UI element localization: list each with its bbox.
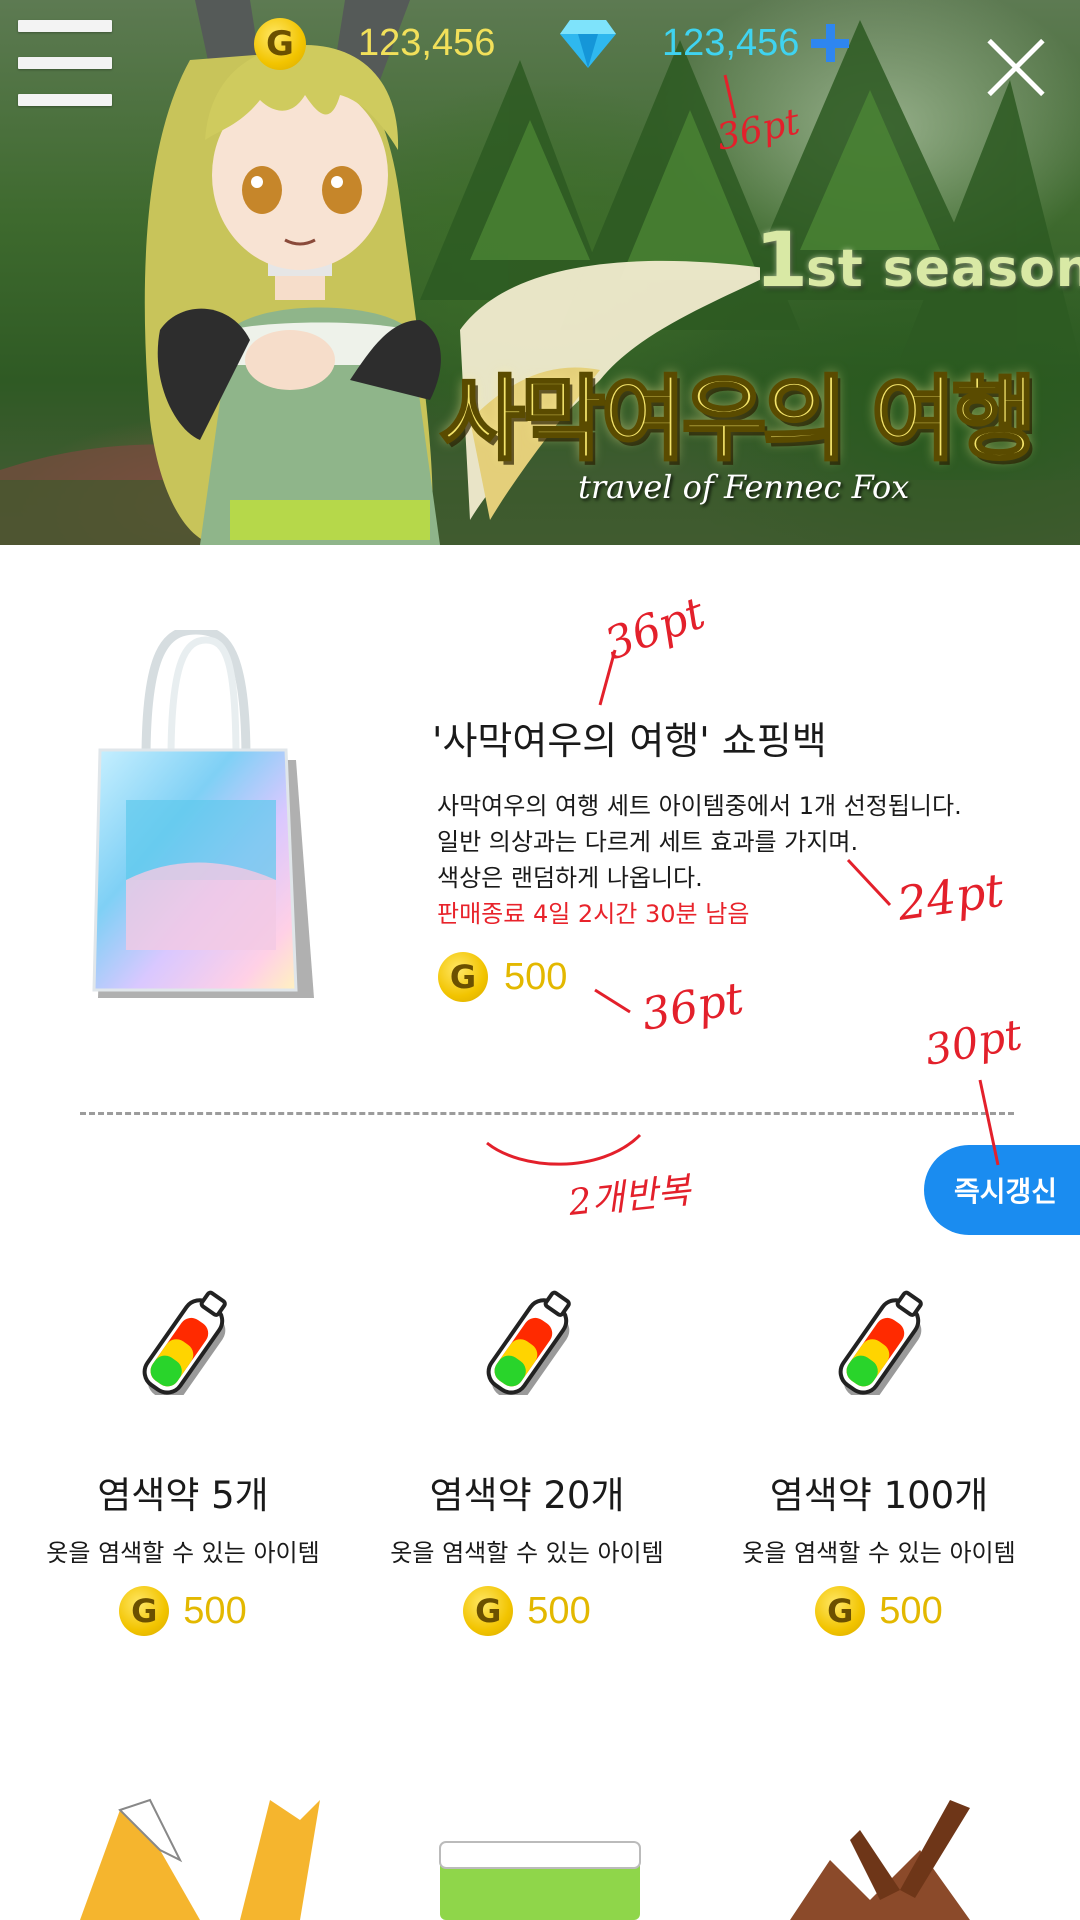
item-price-button[interactable]: G 500 [815,1586,943,1636]
gem-balance: 123,456 [662,22,800,64]
green-pants-image [439,1841,641,1920]
sale-deadline: 판매종료 4일 2시간 30분 남음 [437,900,750,928]
dye-bottle-icon [142,1290,227,1395]
description-line: 일반 의상과는 다르게 세트 효과를 가지며. [437,828,859,856]
dye-bottle-icon [486,1290,571,1395]
next-row-item-images [80,1798,970,1920]
gold-coin-icon: G [119,1586,170,1636]
item-description: 옷을 염색할 수 있는 아이템 [742,1539,1016,1567]
gold-coin-icon: G [463,1586,514,1636]
banner-title: 사막여우의 여행 [439,365,1039,475]
annotation-name-size: 36pt [598,587,711,670]
brown-bow-image [790,1800,970,1920]
dye-bottle-icon [838,1290,923,1395]
item-description: 옷을 염색할 수 있는 아이템 [46,1539,320,1567]
season-label: 1st season [755,215,1080,304]
item-name: 염색약 5개 [97,1474,269,1517]
gem-icon [560,20,616,68]
menu-icon[interactable] [18,20,112,106]
item-name: 염색약 20개 [429,1474,625,1517]
shopping-bag-image[interactable] [86,630,326,1000]
featured-buy-button[interactable]: G 500 [438,952,567,1002]
annotation-repeat-note: 2개반복 [566,1170,695,1224]
shop-item-dye-5[interactable]: 염색약 5개 옷을 염색할 수 있는 아이템 G 500 [8,1285,358,1636]
featured-item-name: '사막여우의 여행' 쇼핑백 [432,719,827,763]
item-price-button[interactable]: G 500 [119,1586,247,1636]
shop-item-dye-100[interactable]: 염색약 100개 옷을 염색할 수 있는 아이템 G 500 [704,1285,1054,1636]
plus-icon[interactable] [808,20,852,64]
description-line: 사막여우의 여행 세트 아이템중에서 1개 선정됩니다. [437,792,962,820]
item-price: 500 [183,1589,247,1632]
item-price: 500 [879,1589,943,1632]
gold-coin-icon: G [438,952,488,1002]
item-description: 옷을 염색할 수 있는 아이템 [390,1539,664,1567]
season-banner: 1st season 사막여우의 여행 travel of Fennec Fox [0,0,1080,545]
instant-refresh-button[interactable]: 즉시갱신 [924,1145,1080,1235]
item-price: 500 [527,1589,591,1632]
annotation-button-size: 30pt [921,1010,1025,1075]
yellow-top-image [80,1798,320,1920]
close-icon[interactable] [984,36,1048,100]
featured-price: 500 [504,955,568,998]
banner-subtitle: travel of Fennec Fox [578,468,910,506]
shop-item-dye-20[interactable]: 염색약 20개 옷을 염색할 수 있는 아이템 G 500 [352,1285,702,1636]
featured-item-description: 사막여우의 여행 세트 아이템중에서 1개 선정됩니다. 일반 의상과는 다르게… [437,788,962,932]
item-price-button[interactable]: G 500 [463,1586,591,1636]
gold-coin-icon: G [815,1586,866,1636]
item-name: 염색약 100개 [769,1474,989,1517]
gold-balance: 123,456 [358,22,496,64]
gold-coin-icon: G [254,18,306,70]
section-divider [80,1112,1014,1115]
annotation-price-size: 36pt [638,973,747,1041]
description-line: 색상은 랜덤하게 나옵니다. [437,864,703,892]
